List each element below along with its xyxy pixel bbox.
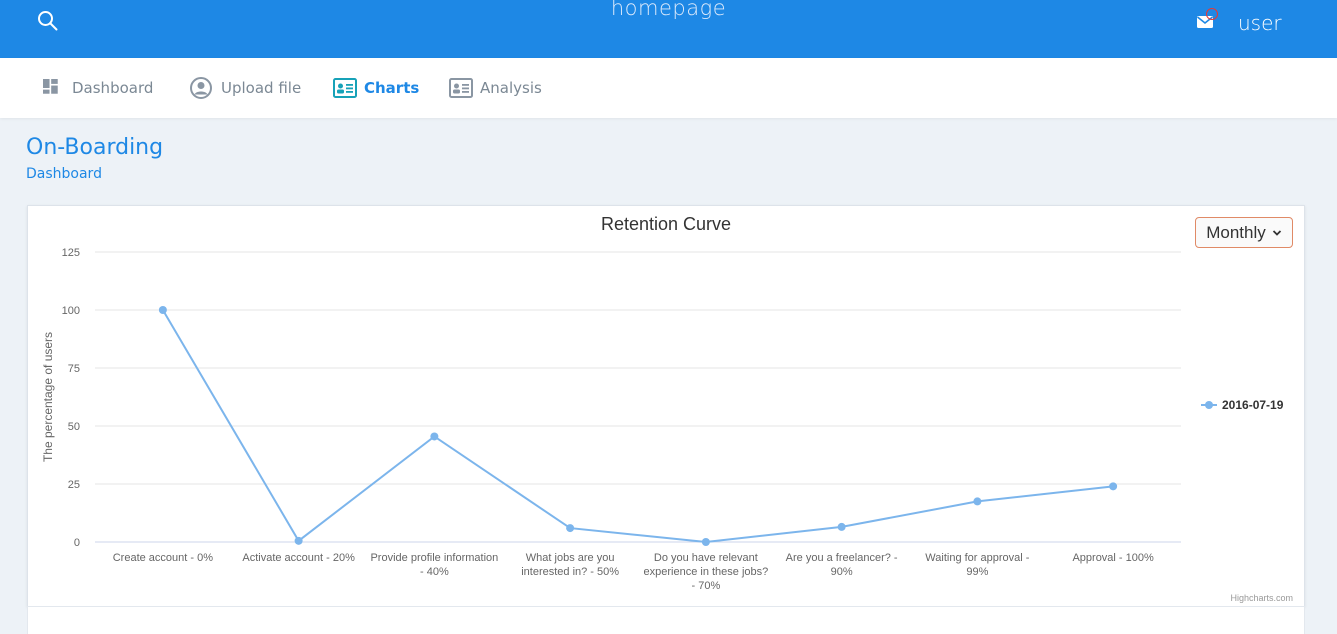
retention-chart: Retention Curve The percentage of users … [41, 214, 1293, 603]
data-point[interactable] [294, 536, 303, 545]
data-point[interactable] [701, 538, 710, 546]
y-tick-label: 50 [68, 421, 80, 433]
period-select[interactable]: Monthly [1195, 217, 1293, 248]
y-tick-label: 75 [68, 363, 80, 375]
x-tick-label: Provide profile information - 40% [370, 552, 498, 578]
x-tick-label: Do you have relevant experience in these … [644, 552, 769, 592]
x-tick-label: Waiting for approval -99% [925, 552, 1029, 578]
data-point[interactable] [430, 432, 439, 441]
legend-item[interactable]: 2016-07-19 [1222, 398, 1284, 412]
chart-title: Retention Curve [601, 214, 731, 234]
data-point[interactable] [1109, 482, 1118, 491]
data-point[interactable] [158, 306, 167, 314]
y-tick-label: 100 [62, 305, 80, 317]
x-tick-label: Are you a freelancer? -90% [786, 552, 898, 578]
x-tick-label: What jobs are you interested in? - 50% [521, 552, 619, 578]
y-tick-label: 25 [68, 479, 80, 491]
x-tick-label: Create account - 0% [113, 552, 213, 564]
legend-marker [1205, 401, 1213, 409]
period-select-value: Monthly [1206, 222, 1266, 242]
chart-credits[interactable]: Highcharts.com [1230, 593, 1293, 603]
chevron-down-icon [1272, 229, 1281, 236]
legend[interactable]: 2016-07-19 [1201, 398, 1284, 412]
data-point[interactable] [566, 524, 575, 533]
y-tick-label: 125 [62, 247, 80, 259]
y-tick-label: 0 [74, 537, 80, 549]
data-point[interactable] [973, 497, 982, 506]
x-tick-label: Activate account - 20% [242, 552, 355, 564]
x-tick-label: Approval - 100% [1072, 552, 1154, 564]
y-axis-title: The percentage of users [41, 332, 55, 462]
data-point[interactable] [837, 522, 846, 531]
